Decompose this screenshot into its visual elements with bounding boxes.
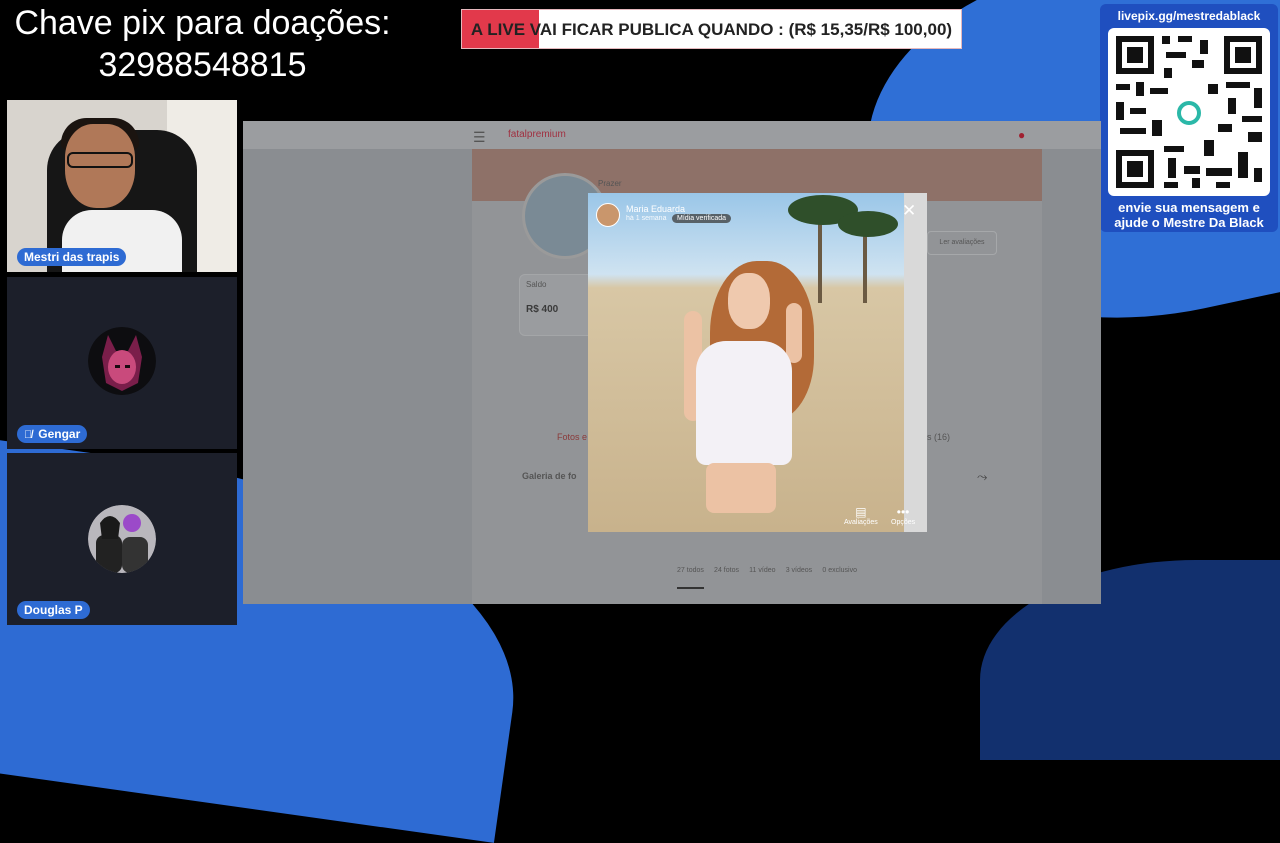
tab-reviews[interactable]: s (16) — [927, 432, 950, 442]
price-value: R$ 400 — [526, 304, 559, 315]
qr-caption-line-2: ajude o Mestre Da Black — [1114, 215, 1264, 230]
read-reviews-button[interactable]: Ler avaliações — [927, 231, 997, 255]
participant-tile-douglas[interactable]: Douglas P — [7, 453, 237, 625]
stat-label: vídeos — [791, 567, 813, 574]
qr-url: livepix.gg/mestredablack — [1117, 9, 1261, 23]
reviews-action-label: Avaliações — [844, 519, 878, 526]
more-options-icon: ••• — [896, 505, 910, 519]
gallery-label: Galeria de fo — [522, 471, 577, 481]
participant-name-label: Douglas P — [17, 601, 90, 619]
donation-title: Chave pix para doações: — [14, 4, 391, 42]
mic-muted-icon: 🎙̸ — [24, 429, 33, 441]
profile-photo-large — [588, 193, 904, 532]
reviews-icon: ▤ — [855, 505, 867, 519]
options-action-button[interactable]: ••• Opções — [891, 505, 915, 526]
stat-count: 27 — [677, 567, 685, 574]
stat-count: 11 — [749, 567, 757, 574]
balance-card-title: Saldo — [526, 280, 547, 289]
qr-code-image — [1108, 28, 1270, 196]
reviews-action-button[interactable]: ▤ Avaliações — [844, 505, 878, 526]
media-viewer-modal: Maria Eduarda há 1 semana Mídia verifica… — [588, 193, 927, 532]
donation-key: 32988548815 — [98, 46, 307, 84]
modal-avatar — [596, 203, 620, 227]
media-stats: 27 todos 24 fotos 11 vídeo 3 vídeos 0 ex… — [677, 567, 857, 589]
modal-profile-name[interactable]: Maria Eduarda — [626, 204, 685, 214]
close-icon[interactable]: ✕ — [902, 201, 916, 221]
stat-label: fotos — [723, 567, 739, 574]
tab-photos[interactable]: Fotos e — [557, 432, 587, 442]
modal-subtitle: há 1 semana — [626, 215, 667, 222]
participant-tile-mestri[interactable]: Mestri das trapis — [7, 100, 237, 272]
participant-name: Mestri das trapis — [24, 250, 120, 264]
webcam-video — [7, 100, 237, 272]
verified-badge: Mídia verificada — [672, 214, 732, 223]
stat-label: vídeo — [758, 567, 776, 574]
qr-caption-line-1: envie sua mensagem e — [1118, 200, 1260, 215]
participant-name-label: Mestri das trapis — [17, 248, 127, 266]
stat-exclusive[interactable]: 0 exclusivo — [822, 567, 857, 589]
participant-name-label: 🎙̸ Gengar — [17, 425, 88, 443]
participant-name: Douglas P — [24, 603, 83, 617]
profile-tag: Prazer — [598, 179, 622, 188]
stat-videos[interactable]: 3 vídeos — [786, 567, 812, 589]
donation-overlay: Chave pix para doações: 32988548815 — [0, 2, 405, 86]
stat-count: 0 — [822, 567, 827, 574]
participant-tile-gengar[interactable]: 🎙̸ Gengar — [7, 277, 237, 449]
avatar — [88, 327, 156, 395]
stat-label: todos — [686, 567, 704, 574]
share-icon[interactable]: ⤳ — [977, 469, 987, 485]
stat-all[interactable]: 27 todos — [677, 567, 704, 589]
site-logo: fatalpremium — [508, 129, 566, 140]
hamburger-menu-icon[interactable]: ☰ — [473, 129, 486, 146]
stat-video[interactable]: 11 vídeo — [749, 567, 775, 589]
stat-count: 24 — [714, 567, 722, 574]
participant-name: Gengar — [38, 427, 81, 441]
site-header: ☰ fatalpremium ● — [243, 121, 1101, 149]
goal-banner-text: A LIVE VAI FICAR PUBLICA QUANDO : (R$ 15… — [470, 20, 953, 39]
stat-photos[interactable]: 24 fotos — [714, 567, 739, 589]
avatar — [88, 505, 156, 573]
qr-panel: livepix.gg/mestredablack envie sua mensa… — [1100, 4, 1278, 232]
goal-banner: A LIVE VAI FICAR PUBLICA QUANDO : (R$ 15… — [461, 9, 962, 49]
notification-icon[interactable]: ● — [1018, 128, 1025, 142]
qr-caption: envie sua mensagem e ajude o Mestre Da B… — [1100, 200, 1278, 230]
options-action-label: Opções — [891, 519, 916, 526]
stat-count: 3 — [785, 567, 790, 574]
stat-label: exclusivo — [828, 567, 857, 574]
